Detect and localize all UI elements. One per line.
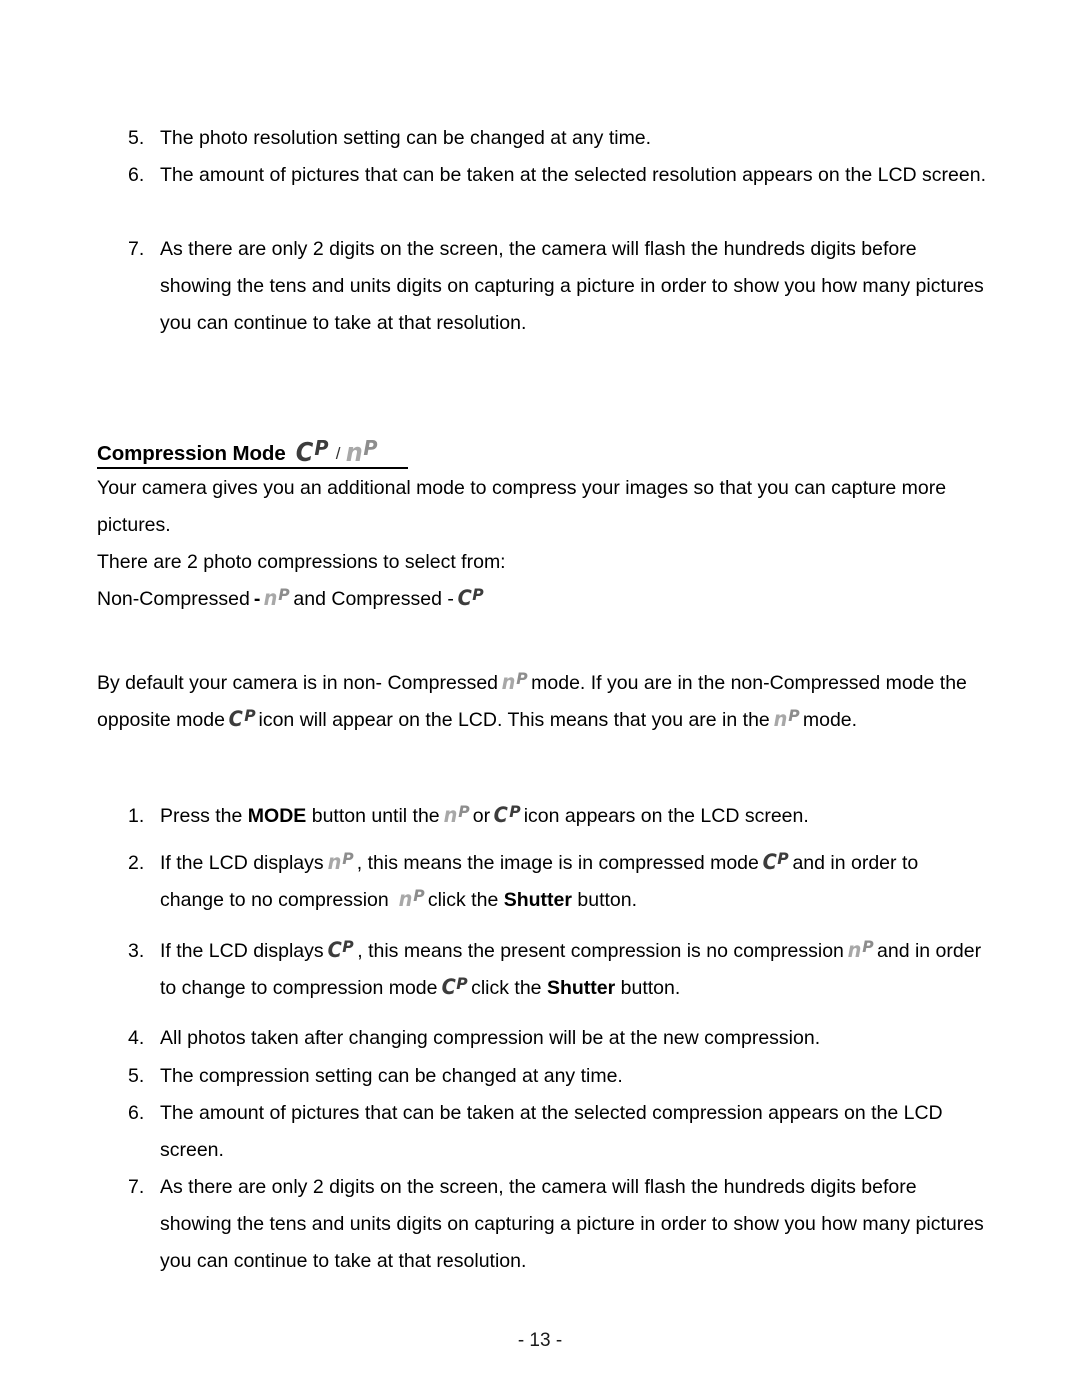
document-page: 5. The photo resolution setting can be c… (0, 0, 1080, 1397)
compressed-label: and Compressed - (293, 588, 454, 610)
mode-button-label: MODE (247, 805, 307, 827)
step1-text-c: or (472, 805, 491, 827)
list-text: If the LCD displays nP , this means the … (160, 845, 986, 919)
list-text: As there are only 2 digits on the screen… (160, 1176, 984, 1272)
lcd-cp-icon: CP (295, 435, 329, 468)
list-number: 2. (128, 852, 145, 874)
step1-text-d: icon appears on the LCD screen. (523, 805, 809, 827)
step2-text-a: If the LCD displays (160, 852, 324, 874)
list-item: 5. The photo resolution setting can be c… (128, 120, 988, 157)
intro-paragraph-2: There are 2 photo compressions to select… (97, 544, 987, 581)
step3-text-e: button. (620, 977, 681, 999)
list-item: 1. Press the MODE button until the nP or… (128, 798, 988, 835)
lcd-cp-icon: CP (327, 937, 354, 962)
list-item: 6. The amount of pictures that can be ta… (128, 1095, 958, 1169)
lcd-np-icon: nP (345, 435, 378, 468)
lcd-np-icon: nP (398, 886, 425, 911)
list-number: 7. (128, 238, 145, 260)
list-number: 5. (128, 1065, 145, 1087)
list-number: 6. (128, 1102, 145, 1124)
step2-text-e: button. (577, 889, 638, 911)
default-mode-text-c: icon will appear on the LCD. This means … (258, 709, 770, 731)
step2-text-b: , this means the image is in compressed … (356, 852, 759, 874)
list-text: If the LCD displays CP , this means the … (160, 933, 986, 1007)
lcd-np-icon: nP (847, 937, 874, 962)
step3-text-a: If the LCD displays (160, 940, 324, 962)
lcd-np-icon: nP (327, 849, 354, 874)
list-item: 7. As there are only 2 digits on the scr… (128, 1169, 986, 1280)
list-text: All photos taken after changing compress… (160, 1027, 821, 1049)
intro-paragraph-3: Non-Compressed - nP and Compressed - CP (97, 581, 987, 618)
shutter-button-label: Shutter (503, 889, 572, 911)
list-text: The amount of pictures that can be taken… (160, 1102, 943, 1161)
list-number: 3. (128, 940, 145, 962)
list-item: 6. The amount of pictures that can be ta… (128, 157, 986, 194)
lcd-np-icon: nP (443, 802, 470, 827)
list-text: The photo resolution setting can be chan… (160, 127, 652, 149)
default-mode-text-d: mode. (802, 709, 858, 731)
lcd-cp-icon: CP (493, 802, 521, 827)
lcd-cp-icon: CP (762, 849, 790, 874)
lcd-np-icon: nP (263, 585, 291, 610)
list-text: The compression setting can be changed a… (160, 1065, 623, 1087)
default-mode-text-a: By default your camera is in non- Compre… (97, 672, 499, 694)
default-mode-paragraph: By default your camera is in non- Compre… (97, 665, 990, 739)
step3-text-b: , this means the present compression is … (357, 940, 844, 962)
intro-text-2: There are 2 photo compressions to select… (97, 551, 506, 573)
step2-text-d: click the (427, 889, 499, 911)
list-text: As there are only 2 digits on the screen… (160, 238, 984, 334)
section-heading: Compression Mode CP / nP (97, 432, 408, 469)
list-item: 7. As there are only 2 digits on the scr… (128, 231, 986, 342)
shutter-button-label: Shutter (546, 977, 616, 999)
intro-text-1: Your camera gives you an additional mode… (97, 477, 947, 536)
list-item: 3. If the LCD displays CP , this means t… (128, 933, 986, 1007)
list-number: 7. (128, 1176, 145, 1198)
page-title: Compression Mode (97, 442, 286, 465)
lcd-np-icon: nP (501, 669, 528, 694)
list-number: 1. (128, 805, 145, 827)
noncompressed-label: Non-Compressed (97, 588, 250, 610)
lcd-np-icon: nP (773, 706, 800, 731)
list-text: The amount of pictures that can be taken… (160, 164, 986, 186)
step1-text-b: button until the (311, 805, 440, 827)
list-text: Press the MODE button until the nP or CP… (160, 798, 988, 835)
list-number: 5. (128, 127, 145, 149)
heading-separator: / (335, 444, 341, 463)
list-number: 6. (128, 164, 145, 186)
list-number: 4. (128, 1027, 145, 1049)
noncompressed-dash: - (253, 588, 261, 610)
list-item: 2. If the LCD displays nP , this means t… (128, 845, 986, 919)
intro-paragraph-1: Your camera gives you an additional mode… (97, 470, 987, 544)
lcd-cp-icon: CP (228, 706, 256, 731)
step3-text-d: click the (471, 977, 542, 999)
list-item: 4. All photos taken after changing compr… (128, 1020, 986, 1057)
lcd-cp-icon: CP (441, 974, 468, 999)
page-number: - 13 - (517, 1330, 563, 1351)
lcd-cp-icon: CP (457, 585, 485, 610)
step1-text-a: Press the (160, 805, 243, 827)
list-item: 5. The compression setting can be change… (128, 1058, 986, 1095)
